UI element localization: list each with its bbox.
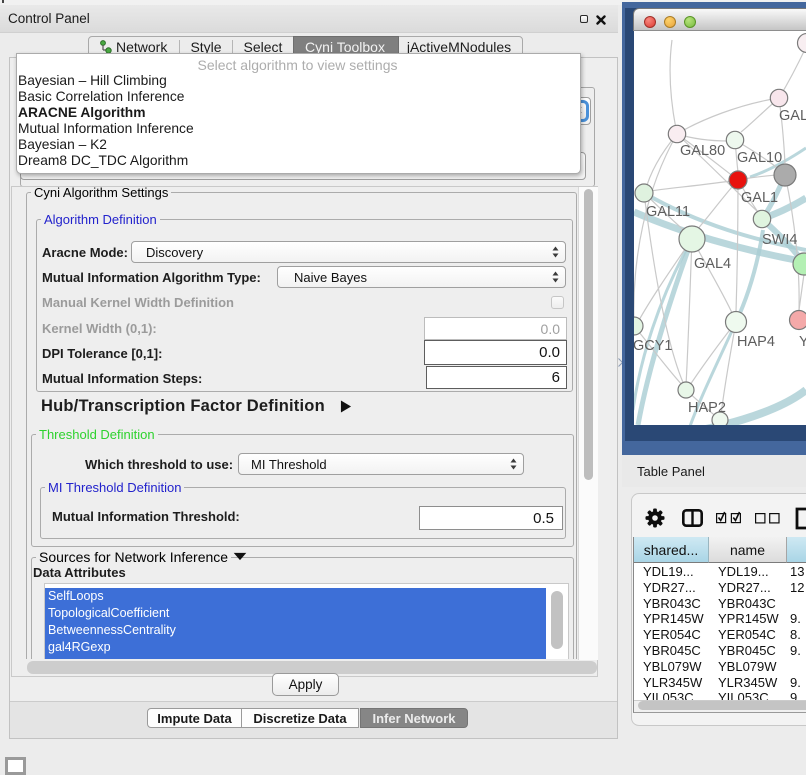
svg-text:SWI4: SWI4 (762, 232, 797, 248)
svg-text:GAL11: GAL11 (646, 204, 690, 220)
svg-text:HAP4: HAP4 (737, 334, 775, 350)
svg-text:HAP2: HAP2 (688, 400, 726, 416)
svg-text:YJ: YJ (799, 334, 806, 350)
svg-text:GAL4: GAL4 (694, 256, 731, 272)
svg-text:GAL10: GAL10 (737, 150, 782, 166)
svg-text:GCY1: GCY1 (634, 338, 673, 354)
svg-text:GAL80: GAL80 (680, 143, 725, 159)
svg-text:GAL7: GAL7 (779, 108, 806, 124)
svg-text:GAL1: GAL1 (741, 190, 778, 206)
